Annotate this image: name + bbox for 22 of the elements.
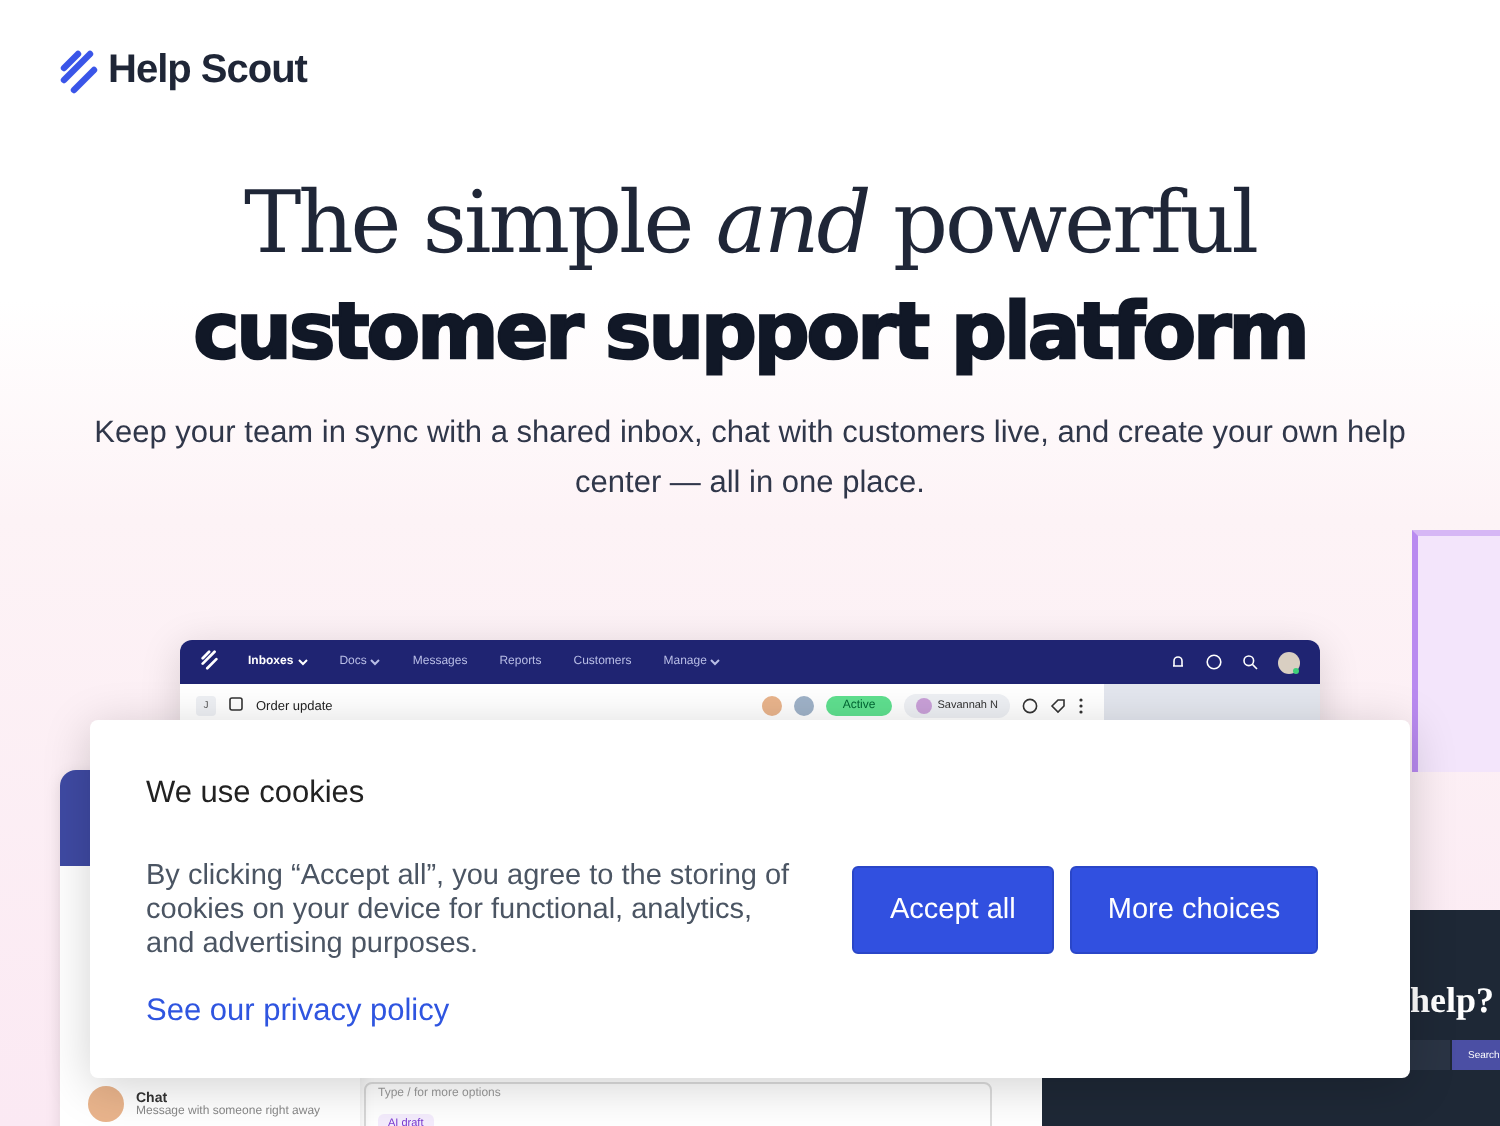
hero-title: customer support platform: [191, 286, 1309, 382]
logo-icon: [200, 650, 220, 670]
bell-icon[interactable]: [1170, 654, 1186, 670]
tag-icon[interactable]: [1050, 698, 1066, 714]
hero-subtitle: Keep your team in sync with a shared inbox, chat with customers live, and create your own help center — all in one place.: [92, 414, 1408, 504]
search-field[interactable]: [1410, 1040, 1450, 1070]
cookie-button[interactable]: Accept all: [852, 866, 1054, 954]
privacy-link[interactable]: See our privacy policy: [146, 994, 450, 1028]
more-icon[interactable]: [1078, 698, 1084, 714]
logo-link[interactable]: Help Scout: [60, 48, 307, 94]
avatar-icon: [762, 696, 783, 716]
avatar-icon[interactable]: [1278, 651, 1300, 673]
cookie-title: We use cookies: [146, 776, 367, 812]
help-heading: help?: [1410, 980, 1495, 1022]
search-icon[interactable]: [1242, 654, 1258, 670]
logo-icon: [60, 49, 100, 93]
avatar-icon: [88, 1086, 124, 1122]
hero-title: The simple and powerful: [241, 172, 1259, 278]
avatar-icon: [794, 696, 815, 716]
cookie-button[interactable]: More choices: [1069, 866, 1319, 954]
cookie-text: By clicking “Accept all”, you agree to the storing of cookies on your device for functional, analytics, and advertising purposes.: [146, 860, 792, 962]
document-icon: [228, 696, 244, 712]
